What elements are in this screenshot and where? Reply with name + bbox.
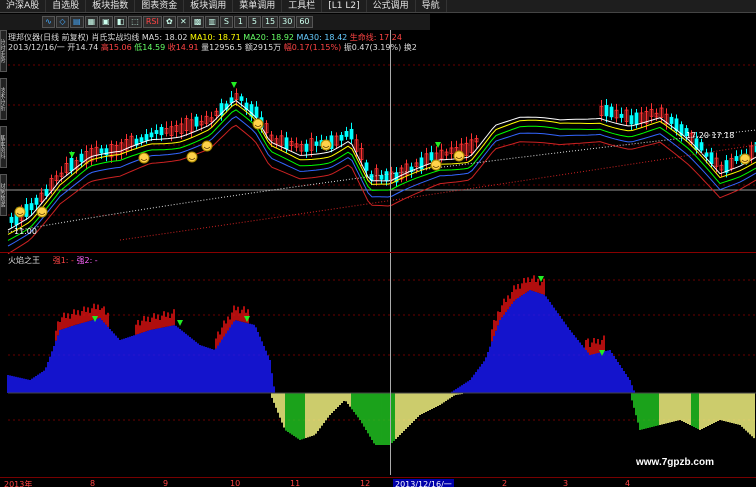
candle-body (144, 134, 149, 141)
candle-body (314, 141, 319, 146)
time-axis: 2013年 8 9 10 11 12 2013/12/16/一 2 3 4 (0, 477, 756, 487)
candle-body (634, 112, 639, 126)
candle-body (429, 152, 434, 161)
smiley-icon (453, 150, 465, 162)
indicator-arrow-icon (538, 276, 544, 282)
panel-divider (0, 252, 756, 253)
sell-arrow-icon (69, 152, 75, 158)
candle-body (239, 96, 244, 101)
candle-body (384, 171, 389, 181)
candle-body (194, 116, 199, 127)
smiley-icon (138, 152, 150, 164)
indicator-arrow-icon (244, 316, 250, 322)
candle-body (699, 142, 704, 151)
price-marks-label: 17.20 17.18 (686, 131, 735, 140)
candle-body (339, 134, 344, 141)
time-axis-label: 10 (230, 479, 241, 487)
candle-body (284, 137, 289, 150)
candle-body (69, 157, 74, 172)
time-axis-label: 12 (360, 479, 371, 487)
candle-body (619, 113, 624, 118)
candle-body (254, 106, 259, 118)
smiley-icon (201, 140, 213, 152)
candle-body (709, 152, 714, 165)
sell-arrow-icon (231, 82, 237, 88)
stock-chart[interactable] (0, 0, 756, 477)
indicator-name-label: 火焰之王 (8, 256, 40, 265)
smiley-icon (320, 139, 332, 151)
candle-body (99, 148, 104, 154)
candle-body (344, 130, 349, 137)
indicator-arrow-icon (92, 316, 98, 322)
candle-body (9, 216, 14, 223)
ma5-line (7, 100, 756, 231)
candle-body (139, 137, 144, 143)
candle-body (159, 126, 164, 136)
candle-body (704, 152, 709, 157)
smiley-icon (739, 153, 751, 165)
candle-body (669, 116, 674, 124)
watermark: www.7gpzb.com (636, 457, 714, 468)
indicator-line1: 强1: - (52, 256, 74, 265)
time-axis-label: 4 (625, 479, 631, 487)
candle-body (44, 188, 49, 196)
time-axis-label: 2013/12/16/一 (393, 479, 454, 487)
smiley-icon (14, 206, 26, 218)
time-axis-label: 2013年 (4, 480, 33, 487)
candle-body (629, 115, 634, 125)
smiley-icon (430, 159, 442, 171)
indicator-title: 火焰之王 强1: - 强2: - (8, 255, 98, 266)
candle-body (734, 156, 739, 162)
time-axis-label: 3 (563, 479, 569, 487)
candle-body (364, 162, 369, 171)
time-axis-label: 8 (90, 479, 96, 487)
candle-body (379, 175, 384, 180)
candle-body (349, 128, 354, 140)
candle-body (34, 197, 39, 205)
candle-body (29, 203, 34, 211)
candle-body (304, 143, 309, 152)
candle-body (24, 204, 29, 217)
candle-body (154, 130, 159, 134)
time-axis-label: 11 (290, 479, 301, 487)
indicator-arrow-icon (177, 320, 183, 326)
smiley-icon (252, 118, 264, 130)
candle-body (79, 153, 84, 162)
time-axis-label: 9 (163, 479, 169, 487)
low-price-label: 11.00 (14, 227, 37, 236)
candle-body (604, 105, 609, 117)
sell-arrow-icon (435, 142, 441, 148)
smiley-icon (36, 206, 48, 218)
time-axis-label: 2 (502, 479, 508, 487)
indicator-line2: 强2: - (76, 256, 98, 265)
candle-body (609, 106, 614, 118)
smiley-icon (186, 151, 198, 163)
candle-body (149, 132, 154, 138)
